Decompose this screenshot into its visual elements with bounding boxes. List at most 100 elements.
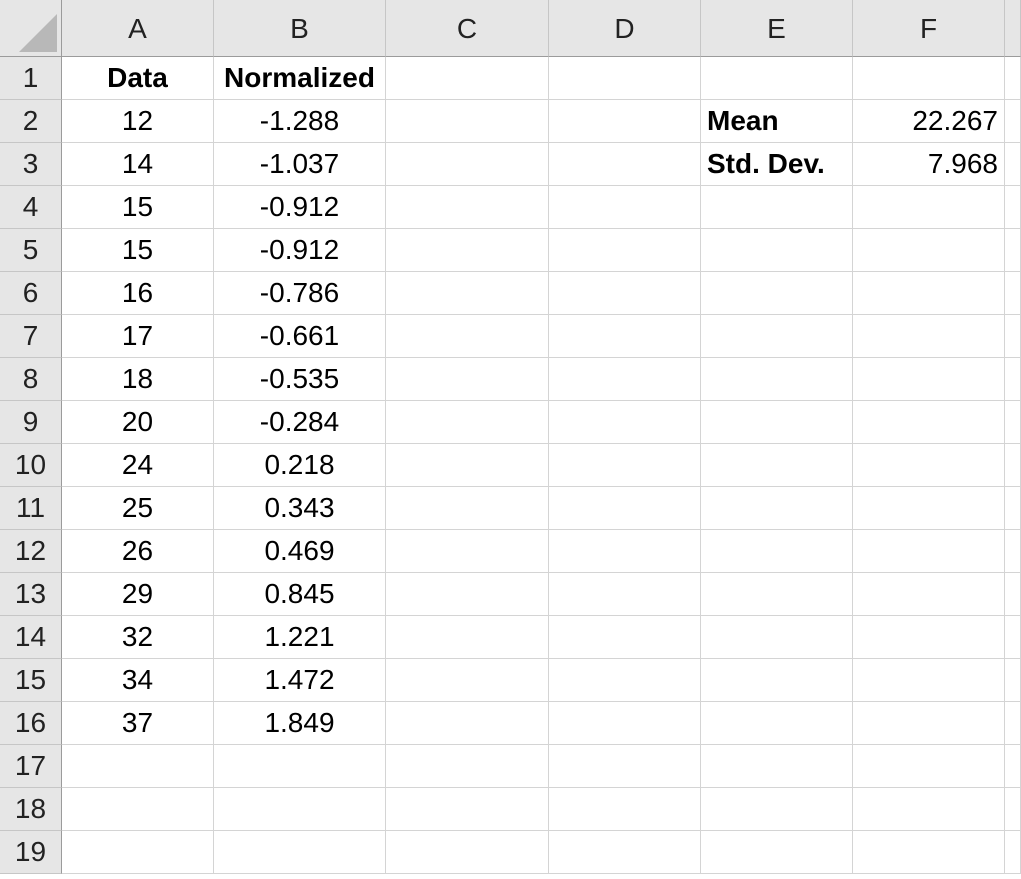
cell-d2[interactable] <box>549 100 701 143</box>
cell-g9[interactable] <box>1005 401 1021 444</box>
cell-d18[interactable] <box>549 788 701 831</box>
cell-f15[interactable] <box>853 659 1005 702</box>
cell-c12[interactable] <box>386 530 549 573</box>
cell-a9[interactable]: 20 <box>62 401 214 444</box>
row-header-18[interactable]: 18 <box>0 788 62 831</box>
cell-c6[interactable] <box>386 272 549 315</box>
cell-b8[interactable]: -0.535 <box>214 358 386 401</box>
cell-f2[interactable]: 22.267 <box>853 100 1005 143</box>
cell-c10[interactable] <box>386 444 549 487</box>
cell-b18[interactable] <box>214 788 386 831</box>
cell-a2[interactable]: 12 <box>62 100 214 143</box>
cell-c13[interactable] <box>386 573 549 616</box>
cell-e16[interactable] <box>701 702 853 745</box>
row-header-2[interactable]: 2 <box>0 100 62 143</box>
cell-b7[interactable]: -0.661 <box>214 315 386 358</box>
cell-g5[interactable] <box>1005 229 1021 272</box>
cell-d13[interactable] <box>549 573 701 616</box>
cell-f1[interactable] <box>853 57 1005 100</box>
cell-e11[interactable] <box>701 487 853 530</box>
cell-g4[interactable] <box>1005 186 1021 229</box>
cell-c11[interactable] <box>386 487 549 530</box>
cell-d6[interactable] <box>549 272 701 315</box>
column-header-a[interactable]: A <box>62 0 214 57</box>
cell-c2[interactable] <box>386 100 549 143</box>
row-header-19[interactable]: 19 <box>0 831 62 874</box>
cell-a8[interactable]: 18 <box>62 358 214 401</box>
cell-a17[interactable] <box>62 745 214 788</box>
cell-g13[interactable] <box>1005 573 1021 616</box>
cell-a10[interactable]: 24 <box>62 444 214 487</box>
cell-d15[interactable] <box>549 659 701 702</box>
cell-b19[interactable] <box>214 831 386 874</box>
cell-g15[interactable] <box>1005 659 1021 702</box>
cell-b11[interactable]: 0.343 <box>214 487 386 530</box>
cell-g16[interactable] <box>1005 702 1021 745</box>
cell-g19[interactable] <box>1005 831 1021 874</box>
cell-f19[interactable] <box>853 831 1005 874</box>
cell-c16[interactable] <box>386 702 549 745</box>
row-header-5[interactable]: 5 <box>0 229 62 272</box>
cell-a19[interactable] <box>62 831 214 874</box>
cell-d10[interactable] <box>549 444 701 487</box>
cell-c19[interactable] <box>386 831 549 874</box>
cell-f3[interactable]: 7.968 <box>853 143 1005 186</box>
row-header-10[interactable]: 10 <box>0 444 62 487</box>
cell-a4[interactable]: 15 <box>62 186 214 229</box>
cell-b6[interactable]: -0.786 <box>214 272 386 315</box>
cell-c18[interactable] <box>386 788 549 831</box>
cell-b4[interactable]: -0.912 <box>214 186 386 229</box>
cell-e1[interactable] <box>701 57 853 100</box>
cell-f11[interactable] <box>853 487 1005 530</box>
column-header-f[interactable]: F <box>853 0 1005 57</box>
select-all-corner[interactable] <box>0 0 62 57</box>
cell-d19[interactable] <box>549 831 701 874</box>
cell-e6[interactable] <box>701 272 853 315</box>
cell-d16[interactable] <box>549 702 701 745</box>
cell-a3[interactable]: 14 <box>62 143 214 186</box>
cell-a18[interactable] <box>62 788 214 831</box>
row-header-14[interactable]: 14 <box>0 616 62 659</box>
cell-f12[interactable] <box>853 530 1005 573</box>
cell-c4[interactable] <box>386 186 549 229</box>
cell-f16[interactable] <box>853 702 1005 745</box>
cell-b13[interactable]: 0.845 <box>214 573 386 616</box>
cell-e8[interactable] <box>701 358 853 401</box>
cell-b3[interactable]: -1.037 <box>214 143 386 186</box>
cell-a16[interactable]: 37 <box>62 702 214 745</box>
cell-c14[interactable] <box>386 616 549 659</box>
cell-e19[interactable] <box>701 831 853 874</box>
cell-b10[interactable]: 0.218 <box>214 444 386 487</box>
row-header-12[interactable]: 12 <box>0 530 62 573</box>
cell-e7[interactable] <box>701 315 853 358</box>
cell-g17[interactable] <box>1005 745 1021 788</box>
cell-c17[interactable] <box>386 745 549 788</box>
row-header-13[interactable]: 13 <box>0 573 62 616</box>
cell-d4[interactable] <box>549 186 701 229</box>
column-header-c[interactable]: C <box>386 0 549 57</box>
cell-d12[interactable] <box>549 530 701 573</box>
row-header-16[interactable]: 16 <box>0 702 62 745</box>
cell-g10[interactable] <box>1005 444 1021 487</box>
cell-f14[interactable] <box>853 616 1005 659</box>
cell-f10[interactable] <box>853 444 1005 487</box>
cell-d8[interactable] <box>549 358 701 401</box>
cell-b16[interactable]: 1.849 <box>214 702 386 745</box>
cell-f18[interactable] <box>853 788 1005 831</box>
cell-a13[interactable]: 29 <box>62 573 214 616</box>
cell-c3[interactable] <box>386 143 549 186</box>
cell-a1[interactable]: Data <box>62 57 214 100</box>
cell-a11[interactable]: 25 <box>62 487 214 530</box>
cell-e3[interactable]: Std. Dev. <box>701 143 853 186</box>
row-header-6[interactable]: 6 <box>0 272 62 315</box>
cell-b17[interactable] <box>214 745 386 788</box>
cell-c5[interactable] <box>386 229 549 272</box>
cell-f5[interactable] <box>853 229 1005 272</box>
cell-a7[interactable]: 17 <box>62 315 214 358</box>
cell-e15[interactable] <box>701 659 853 702</box>
cell-e10[interactable] <box>701 444 853 487</box>
cell-c1[interactable] <box>386 57 549 100</box>
cell-g11[interactable] <box>1005 487 1021 530</box>
cell-e9[interactable] <box>701 401 853 444</box>
column-header-d[interactable]: D <box>549 0 701 57</box>
